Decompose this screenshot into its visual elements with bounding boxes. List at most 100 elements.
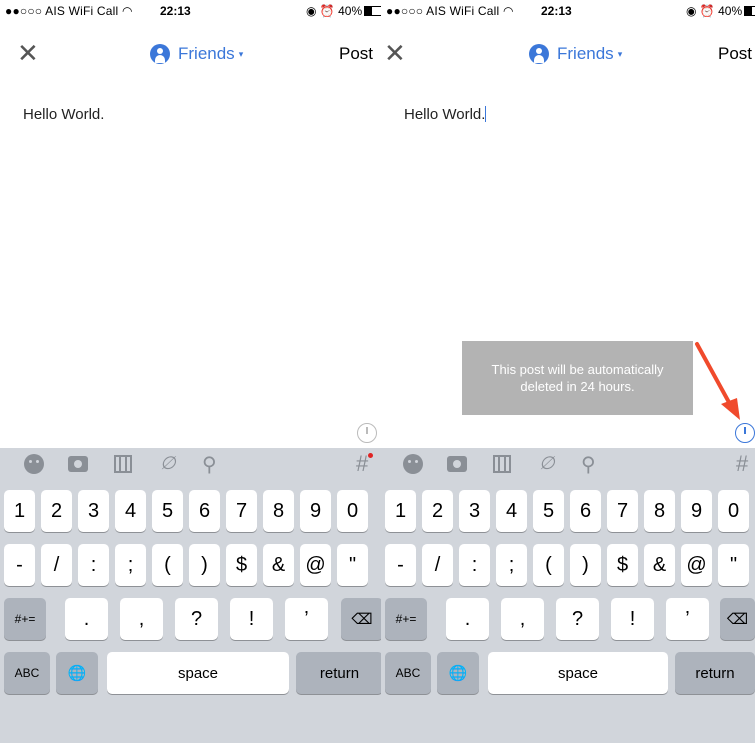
key-apostrophe[interactable]: ’ — [285, 598, 328, 640]
screen-after: ●●○○○ AIS WiFi Call ◠ 22:13 ◉ ⏰ 40% ✕ Fr… — [381, 0, 755, 743]
hashtag-icon[interactable]: # — [356, 451, 374, 476]
status-right: ◉ ⏰ 40% — [306, 4, 383, 18]
link-icon[interactable]: ∅ — [539, 453, 555, 473]
emoji-icon[interactable] — [403, 454, 423, 474]
link-icon[interactable]: ∅ — [160, 453, 176, 473]
key-ampersand[interactable]: & — [644, 544, 675, 586]
chevron-down-icon: ▾ — [238, 48, 244, 59]
composer-toolbar: ∅ ⚲ # — [0, 448, 383, 480]
key-4[interactable]: 4 — [115, 490, 146, 532]
key-abc[interactable]: ABC — [385, 652, 431, 694]
key-7[interactable]: 7 — [226, 490, 257, 532]
key-abc[interactable]: ABC — [4, 652, 50, 694]
delete-icon[interactable]: ⌫ — [341, 598, 383, 640]
key-9[interactable]: 9 — [300, 490, 331, 532]
key-question[interactable]: ? — [556, 598, 599, 640]
battery-percent: 40% — [718, 4, 743, 18]
key-5[interactable]: 5 — [152, 490, 183, 532]
key-slash[interactable]: / — [422, 544, 453, 586]
key-semicolon[interactable]: ; — [496, 544, 527, 586]
key-exclamation[interactable]: ! — [611, 598, 654, 640]
key-3[interactable]: 3 — [459, 490, 490, 532]
composer-text[interactable]: Hello World. — [404, 106, 487, 123]
key-symbols-mode[interactable]: #+= — [385, 598, 427, 640]
key-ampersand[interactable]: & — [263, 544, 294, 586]
key-2[interactable]: 2 — [422, 490, 453, 532]
key-dollar[interactable]: $ — [607, 544, 638, 586]
key-at[interactable]: @ — [300, 544, 331, 586]
audience-selector[interactable]: Friends ▾ — [150, 44, 243, 64]
key-open-paren[interactable]: ( — [533, 544, 564, 586]
key-minus[interactable]: - — [4, 544, 35, 586]
globe-icon[interactable]: 🌐 — [437, 652, 479, 694]
video-icon[interactable] — [114, 455, 132, 473]
key-close-paren[interactable]: ) — [189, 544, 220, 586]
camera-icon[interactable] — [447, 456, 467, 472]
keyboard: 1 2 3 4 5 6 7 8 9 0 - / : ; ( ) $ & @ " … — [381, 480, 755, 743]
key-5[interactable]: 5 — [533, 490, 564, 532]
status-time: 22:13 — [160, 4, 191, 18]
notification-dot — [368, 453, 374, 458]
camera-icon[interactable] — [68, 456, 88, 472]
key-colon[interactable]: : — [459, 544, 490, 586]
key-space[interactable]: space — [107, 652, 289, 694]
post-button[interactable]: Post — [718, 44, 752, 64]
friends-icon — [150, 44, 170, 64]
key-3[interactable]: 3 — [78, 490, 109, 532]
key-2[interactable]: 2 — [41, 490, 72, 532]
composer-text[interactable]: Hello World. — [23, 106, 104, 123]
location-pin-icon[interactable]: ⚲ — [581, 452, 596, 476]
key-8[interactable]: 8 — [263, 490, 294, 532]
key-9[interactable]: 9 — [681, 490, 712, 532]
delete-icon[interactable]: ⌫ — [720, 598, 755, 640]
key-period[interactable]: . — [446, 598, 489, 640]
audience-label: Friends — [178, 44, 235, 63]
key-open-paren[interactable]: ( — [152, 544, 183, 586]
close-icon[interactable]: ✕ — [384, 40, 406, 66]
key-slash[interactable]: / — [41, 544, 72, 586]
key-0[interactable]: 0 — [718, 490, 749, 532]
wifi-icon: ◠ — [121, 4, 133, 18]
key-minus[interactable]: - — [385, 544, 416, 586]
annotation-arrow — [695, 342, 740, 420]
post-button[interactable]: Post — [339, 44, 373, 64]
timer-icon[interactable] — [735, 423, 755, 443]
audience-selector[interactable]: Friends ▾ — [529, 44, 622, 64]
status-bar: ●●○○○ AIS WiFi Call ◠ 22:13 ◉ ⏰ 40% — [381, 0, 755, 20]
key-0[interactable]: 0 — [337, 490, 368, 532]
key-quote[interactable]: " — [337, 544, 368, 586]
key-question[interactable]: ? — [175, 598, 218, 640]
key-comma[interactable]: , — [501, 598, 544, 640]
key-apostrophe[interactable]: ’ — [666, 598, 709, 640]
location-pin-icon[interactable]: ⚲ — [202, 452, 217, 476]
key-exclamation[interactable]: ! — [230, 598, 273, 640]
key-8[interactable]: 8 — [644, 490, 675, 532]
key-period[interactable]: . — [65, 598, 108, 640]
key-semicolon[interactable]: ; — [115, 544, 146, 586]
key-space[interactable]: space — [488, 652, 668, 694]
key-return[interactable]: return — [296, 652, 383, 694]
key-dollar[interactable]: $ — [226, 544, 257, 586]
key-4[interactable]: 4 — [496, 490, 527, 532]
emoji-icon[interactable] — [24, 454, 44, 474]
key-6[interactable]: 6 — [570, 490, 601, 532]
text-cursor — [485, 106, 487, 122]
key-1[interactable]: 1 — [4, 490, 35, 532]
key-6[interactable]: 6 — [189, 490, 220, 532]
timer-icon[interactable] — [357, 423, 377, 443]
video-icon[interactable] — [493, 455, 511, 473]
key-close-paren[interactable]: ) — [570, 544, 601, 586]
key-return[interactable]: return — [675, 652, 755, 694]
close-icon[interactable]: ✕ — [17, 40, 39, 66]
audience-label: Friends — [557, 44, 614, 63]
key-symbols-mode[interactable]: #+= — [4, 598, 46, 640]
key-at[interactable]: @ — [681, 544, 712, 586]
globe-icon[interactable]: 🌐 — [56, 652, 98, 694]
key-7[interactable]: 7 — [607, 490, 638, 532]
key-comma[interactable]: , — [120, 598, 163, 640]
key-quote[interactable]: " — [718, 544, 749, 586]
key-colon[interactable]: : — [78, 544, 109, 586]
key-1[interactable]: 1 — [385, 490, 416, 532]
hashtag-icon[interactable]: # — [736, 451, 748, 476]
battery-icon — [744, 6, 755, 16]
